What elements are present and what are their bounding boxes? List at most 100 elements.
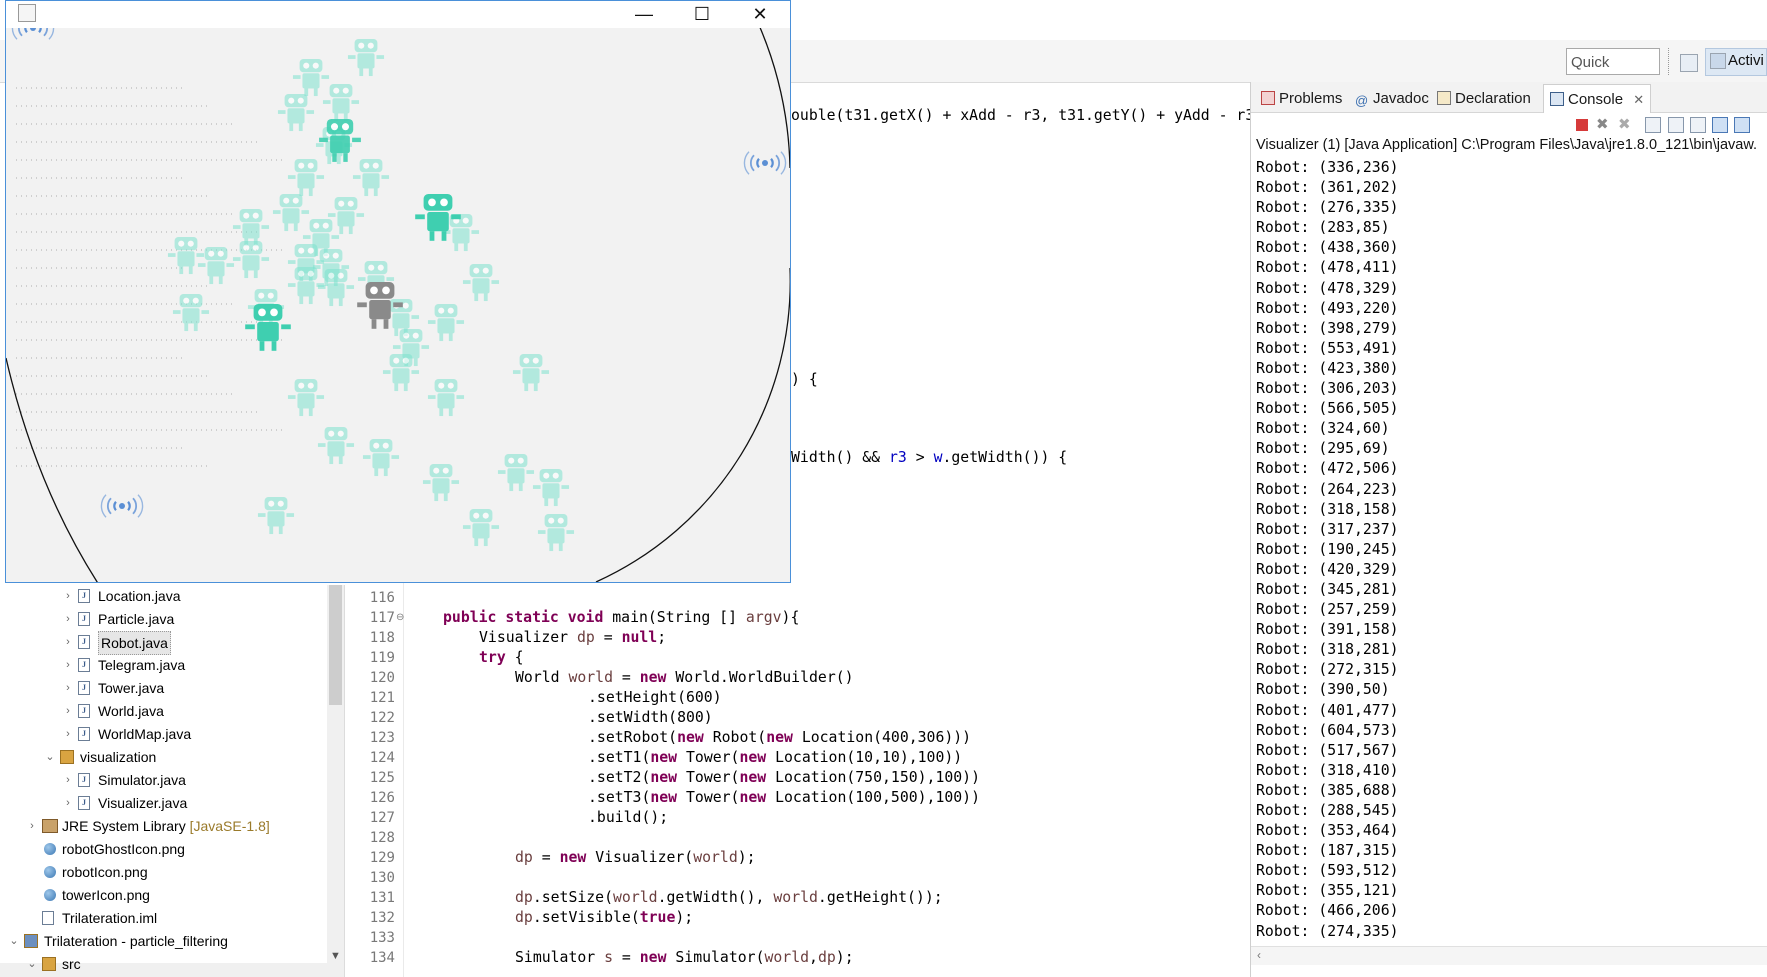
maximize-button[interactable]: ☐ <box>673 1 731 28</box>
pin-console-icon[interactable] <box>1712 117 1728 133</box>
tab-declaration[interactable]: Declaration <box>1437 84 1531 114</box>
code-token: .getHeight()); <box>817 889 943 906</box>
terminate-icon[interactable] <box>1576 119 1588 131</box>
visualizer-window[interactable]: — ☐ ✕ <box>5 0 791 583</box>
tree-item[interactable]: ⌄ src <box>0 953 327 975</box>
word-wrap-icon[interactable] <box>1690 117 1706 133</box>
robot-arm <box>451 214 461 220</box>
console-line: Robot: (390,50) <box>1256 681 1390 699</box>
explorer-scroll-thumb[interactable] <box>329 585 342 705</box>
robot-arm <box>347 55 356 59</box>
chevron-down-icon[interactable]: ⌄ <box>26 953 38 975</box>
chevron-right-icon[interactable]: › <box>62 654 74 676</box>
tree-item[interactable]: › J Particle.java <box>0 608 327 630</box>
robot-head <box>469 509 493 523</box>
quick-access-field[interactable]: Quick Access <box>1566 48 1660 98</box>
line-number: 117 <box>369 610 395 626</box>
tree-item[interactable]: › J Telegram.java <box>0 654 327 676</box>
scroll-down-icon[interactable]: ▼ <box>330 950 341 962</box>
remove-all-icon[interactable]: ✖ <box>1618 117 1634 133</box>
chevron-right-icon[interactable]: › <box>62 677 74 699</box>
tree-item[interactable]: › J Visualizer.java <box>0 792 327 814</box>
tree-item[interactable]: › J World.java <box>0 700 327 722</box>
robot-eye <box>288 97 295 104</box>
tab-javadoc[interactable]: @ Javadoc <box>1355 84 1429 114</box>
line-number: 134 <box>369 950 395 966</box>
close-tab-icon[interactable]: ✕ <box>1633 92 1644 107</box>
robot-eye <box>543 472 550 479</box>
scroll-lock-icon[interactable] <box>1668 117 1684 133</box>
window-titlebar[interactable]: — ☐ ✕ <box>6 1 790 28</box>
robot-head <box>319 249 343 263</box>
code-token: null <box>621 629 658 646</box>
chevron-right-icon[interactable]: › <box>62 585 74 607</box>
robot-eye <box>372 162 379 169</box>
console-line: Robot: (478,411) <box>1256 259 1399 277</box>
code-token: .setRobot( <box>588 729 678 746</box>
tab-console[interactable]: Console ✕ <box>1543 84 1652 115</box>
chevron-down-icon[interactable]: ⌄ <box>44 746 56 768</box>
robot-eye <box>403 332 410 339</box>
tree-item[interactable]: Trilateration.iml <box>0 907 327 929</box>
tree-item[interactable]: › J Tower.java <box>0 677 327 699</box>
robot-arm <box>315 143 324 147</box>
robot-leg <box>336 156 341 165</box>
code-token: ); <box>737 849 756 866</box>
code-line: .setRobot(new Robot(new Location(400,306… <box>588 728 971 748</box>
robot-eye <box>258 292 265 299</box>
robot-arm <box>306 110 315 114</box>
tree-item[interactable]: › J WorldMap.java <box>0 723 327 745</box>
chevron-right-icon[interactable]: › <box>62 792 74 814</box>
console-output[interactable]: Robot: (336,236) Robot: (361,202) Robot: (… <box>1256 158 1399 942</box>
open-perspective-icon[interactable] <box>1680 54 1698 72</box>
robot-head <box>324 269 348 283</box>
robot-body <box>362 173 380 189</box>
tree-item[interactable]: › J Location.java <box>0 585 327 607</box>
robot-leg <box>299 296 304 305</box>
tree-item-label: src <box>62 956 81 972</box>
robot-eye <box>557 517 564 524</box>
code-token: world <box>764 949 810 966</box>
scroll-left-icon[interactable]: ‹ <box>1257 948 1261 962</box>
clear-console-icon[interactable] <box>1645 117 1661 133</box>
console-horizontal-scrollbar[interactable]: ‹ <box>1251 946 1767 965</box>
tree-item[interactable]: › J Simulator.java <box>0 769 327 791</box>
chevron-right-icon[interactable]: › <box>62 608 74 630</box>
robot-head <box>294 244 318 258</box>
remove-launch-icon[interactable]: ✖ <box>1596 117 1612 133</box>
tree-item[interactable]: › JRE System Library [JavaSE-1.8] <box>0 815 327 837</box>
console-line: Robot: (345,281) <box>1256 580 1399 598</box>
chevron-right-icon[interactable]: › <box>62 769 74 791</box>
chevron-right-icon[interactable]: › <box>62 631 74 653</box>
robot-arm <box>462 280 471 284</box>
tree-item[interactable]: ⌄ visualization <box>0 746 327 768</box>
chevron-right-icon[interactable]: › <box>26 815 38 837</box>
code-token: Location(400,306))) <box>792 729 972 746</box>
tree-item[interactable]: robotIcon.png <box>0 861 327 883</box>
chevron-right-icon[interactable]: › <box>62 700 74 722</box>
console-line: Robot: (190,245) <box>1256 540 1399 558</box>
tree-item[interactable]: towerIcon.png <box>0 884 327 906</box>
display-console-icon[interactable] <box>1734 117 1750 133</box>
close-button[interactable]: ✕ <box>731 1 789 28</box>
code-token: dp <box>577 629 595 646</box>
robot-leg <box>179 266 184 275</box>
robot-body <box>369 300 391 320</box>
code-token: world <box>693 849 738 866</box>
robot-leg <box>289 123 294 132</box>
robot-head <box>364 261 388 275</box>
java-app-icon <box>18 4 36 22</box>
chevron-down-icon[interactable]: ⌄ <box>8 930 20 952</box>
robot-arm <box>462 525 471 529</box>
code-line: try { <box>479 648 524 668</box>
robot-arm <box>356 213 365 217</box>
console-line: Robot: (391,158) <box>1256 621 1399 639</box>
chevron-right-icon[interactable]: › <box>62 723 74 745</box>
tab-problems[interactable]: Problems <box>1261 84 1342 114</box>
robot-leg <box>218 276 223 285</box>
tree-item[interactable]: ⌄ Trilateration - particle_filtering <box>0 930 327 952</box>
minimize-button[interactable]: — <box>615 1 673 28</box>
tree-item[interactable]: robotGhostIcon.png <box>0 838 327 860</box>
tree-item[interactable]: › J Robot.java <box>0 631 327 655</box>
fold-toggle-icon[interactable]: ⊖ <box>396 612 404 623</box>
